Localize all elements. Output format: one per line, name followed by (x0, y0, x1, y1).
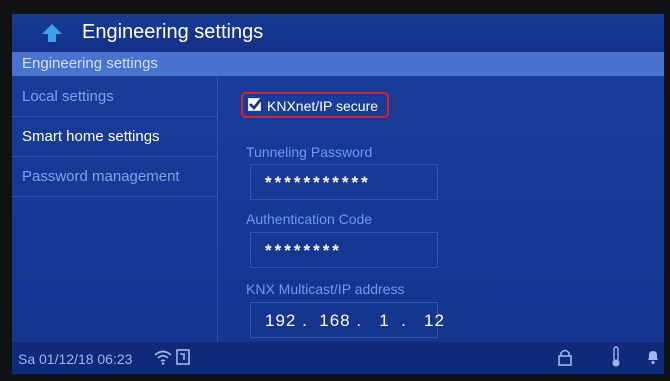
authentication-code-value: ******** (265, 241, 342, 260)
settings-panel: KNXnet/IP secure Tunneling Password ****… (217, 76, 664, 349)
multicast-address-value: 192 . 168 . 1 . 12 (265, 311, 445, 330)
lock-icon[interactable] (557, 348, 573, 371)
sidebar-item-label: Password management (22, 168, 180, 185)
sidebar-item-password-management[interactable]: Password management (12, 156, 217, 197)
status-bar: Sa 01/12/18 06:23 (12, 342, 664, 374)
checkbox-checked-icon[interactable] (248, 97, 264, 111)
bell-icon[interactable] (646, 349, 660, 370)
screen: Engineering settings Engineering setting… (12, 14, 664, 374)
page-title: Engineering settings (82, 21, 264, 43)
thermometer-icon[interactable] (610, 346, 622, 373)
sidebar: Local settings Smart home settings Passw… (12, 76, 218, 342)
wifi-icon (154, 349, 172, 370)
knxnet-secure-label: KNXnet/IP secure (267, 98, 379, 114)
authentication-code-field[interactable]: ******** (250, 232, 438, 268)
status-datetime: Sa 01/12/18 06:23 (18, 351, 133, 367)
tunneling-password-value: *********** (265, 173, 371, 192)
sidebar-item-smart-home-settings[interactable]: Smart home settings (12, 116, 217, 157)
screen-icon[interactable] (176, 348, 190, 371)
sidebar-item-label: Local settings (22, 88, 114, 105)
knxnet-secure-toggle[interactable]: KNXnet/IP secure (241, 92, 389, 118)
multicast-address-label: KNX Multicast/IP address (246, 281, 405, 297)
tunneling-password-field[interactable]: *********** (250, 164, 438, 200)
section-header: Engineering settings (12, 52, 664, 76)
sidebar-item-label: Smart home settings (22, 128, 160, 145)
sidebar-item-local-settings[interactable]: Local settings (12, 76, 217, 117)
authentication-code-label: Authentication Code (246, 211, 373, 227)
title-bar: Engineering settings (12, 14, 664, 52)
back-arrow-icon[interactable] (40, 22, 64, 44)
device-frame: Engineering settings Engineering setting… (0, 0, 670, 381)
multicast-address-field[interactable]: 192 . 168 . 1 . 12 (250, 302, 444, 338)
section-header-label: Engineering settings (22, 55, 158, 72)
tunneling-password-label: Tunneling Password (246, 144, 373, 160)
